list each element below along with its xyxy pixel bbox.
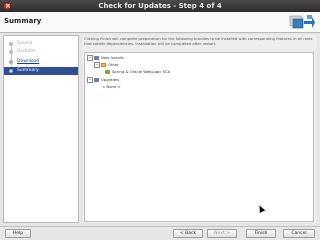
step-updates: Updates — [4, 48, 78, 56]
wizard-footer: Help < Back Next > Finish Cancel — [0, 226, 320, 240]
upgrade-bundle-icon — [94, 78, 99, 82]
tree-node-new-installs[interactable]: − New Installs — [87, 55, 124, 61]
tree-node-label: Other — [108, 62, 119, 67]
tree-node-label: Spring & Oracle WebLogic SCA — [112, 69, 171, 74]
window-title: Check for Updates - Step 4 of 4 — [98, 2, 222, 10]
summary-content: Clicking Finish will complete preparatio… — [82, 35, 317, 223]
page-title: Summary — [4, 17, 42, 25]
wizard-header: Summary — [0, 12, 320, 33]
tree-node-label: New Installs — [101, 55, 124, 60]
summary-description: Clicking Finish will complete preparatio… — [84, 36, 313, 46]
help-button[interactable]: Help — [5, 229, 31, 238]
extension-icon — [105, 70, 110, 74]
install-bundle-icon — [94, 56, 99, 60]
step-label[interactable]: Download — [17, 58, 39, 66]
wizard-steps-panel: Source Updates Download Summary — [3, 35, 79, 223]
folder-icon — [101, 63, 106, 67]
tree-node-label: < None > — [102, 84, 121, 89]
tree-node-upgrades[interactable]: − Upgrades — [87, 77, 119, 83]
step-dot-icon — [9, 42, 13, 46]
step-download[interactable]: Download — [4, 58, 78, 66]
finish-button[interactable]: Finish — [246, 229, 276, 238]
install-summary-tree[interactable]: − New Installs − Other Spring & Oracle Web… — [84, 52, 314, 222]
back-button[interactable]: < Back — [173, 229, 203, 238]
tree-node-label: Upgrades — [101, 77, 120, 82]
step-source: Source — [4, 40, 78, 48]
step-label: Updates — [17, 49, 36, 54]
tree-node-none: < None > — [102, 84, 121, 90]
cancel-button[interactable]: Cancel — [283, 229, 315, 238]
update-wizard-logo-icon — [289, 15, 315, 29]
collapse-icon[interactable]: − — [87, 77, 93, 83]
collapse-icon[interactable]: − — [87, 55, 93, 61]
next-button[interactable]: Next > — [207, 229, 237, 238]
step-label: Source — [17, 41, 33, 46]
tree-node-spring-weblogic[interactable]: Spring & Oracle WebLogic SCA — [105, 69, 170, 75]
step-summary[interactable]: Summary — [4, 67, 78, 75]
step-dot-icon — [9, 69, 13, 73]
check-for-updates-dialog: Check for Updates - Step 4 of 4 Summary … — [0, 0, 320, 240]
close-window-button[interactable] — [3, 0, 11, 12]
collapse-icon[interactable]: − — [94, 62, 100, 68]
tree-node-other[interactable]: − Other — [94, 62, 119, 68]
step-dot-icon — [9, 50, 13, 54]
step-dot-icon — [9, 60, 13, 64]
window-titlebar: Check for Updates - Step 4 of 4 — [0, 0, 320, 12]
step-label: Summary — [17, 68, 39, 73]
